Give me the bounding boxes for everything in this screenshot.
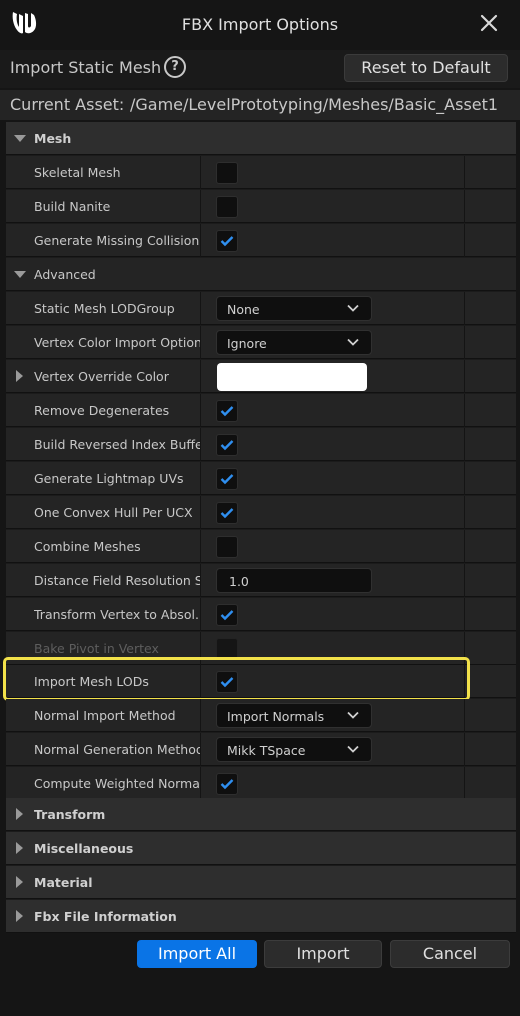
one-convex-hull-checkbox[interactable] bbox=[216, 502, 238, 524]
section-fbx-file-information[interactable]: Fbx File Information bbox=[6, 900, 516, 933]
prop-label: Vertex Override Color bbox=[34, 369, 169, 384]
remove-degenerates-checkbox[interactable] bbox=[216, 400, 238, 422]
expand-arrow-icon bbox=[14, 271, 26, 278]
prop-label: Combine Meshes bbox=[34, 539, 141, 554]
prop-label: Bake Pivot in Vertex bbox=[34, 641, 159, 656]
current-asset-label: Current Asset: bbox=[10, 95, 125, 114]
prop-label: Build Nanite bbox=[34, 199, 111, 214]
prop-remove-degenerates: Remove Degenerates bbox=[6, 394, 516, 427]
expand-arrow-icon[interactable] bbox=[16, 370, 23, 382]
header-title: Import Static Mesh bbox=[10, 58, 162, 77]
section-transform[interactable]: Transform bbox=[6, 798, 516, 831]
distance-field-resolution-input[interactable]: 1.0 bbox=[216, 568, 372, 593]
highlight-outline bbox=[3, 657, 470, 701]
normal-generation-method-dropdown[interactable]: Mikk TSpace bbox=[216, 737, 372, 762]
build-reversed-index-buffer-checkbox[interactable] bbox=[216, 434, 238, 456]
prop-label: Transform Vertex to Absol... bbox=[34, 607, 200, 622]
dropdown-value: Import Normals bbox=[227, 709, 325, 724]
title-bar: FBX Import Options bbox=[0, 0, 520, 50]
section-material[interactable]: Material bbox=[6, 866, 516, 899]
checkmark-icon bbox=[220, 406, 234, 417]
collapse-arrow-icon bbox=[16, 876, 23, 888]
prop-skeletal-mesh: Skeletal Mesh bbox=[6, 156, 516, 189]
vertex-color-import-dropdown[interactable]: Ignore bbox=[216, 330, 372, 355]
prop-build-reversed-index-buffer: Build Reversed Index Buffer bbox=[6, 428, 516, 461]
input-value: 1.0 bbox=[229, 574, 249, 589]
subsection-advanced[interactable]: Advanced bbox=[6, 258, 516, 291]
checkmark-icon bbox=[220, 508, 234, 519]
prop-label: Remove Degenerates bbox=[34, 403, 170, 418]
chevron-down-icon bbox=[347, 304, 359, 312]
prop-build-nanite: Build Nanite bbox=[6, 190, 516, 223]
prop-label: Generate Lightmap UVs bbox=[34, 471, 184, 486]
checkmark-icon bbox=[220, 610, 234, 621]
checkmark-icon bbox=[220, 440, 234, 451]
section-miscellaneous[interactable]: Miscellaneous bbox=[6, 832, 516, 865]
prop-label: Compute Weighted Normals bbox=[34, 776, 200, 791]
window-title: FBX Import Options bbox=[181, 15, 339, 34]
section-label: Mesh bbox=[34, 131, 72, 146]
collapse-arrow-icon bbox=[16, 910, 23, 922]
reset-to-default-button[interactable]: Reset to Default bbox=[344, 54, 508, 82]
import-button[interactable]: Import bbox=[264, 940, 382, 968]
checkmark-icon bbox=[220, 779, 234, 790]
import-all-button[interactable]: Import All bbox=[137, 940, 257, 968]
prop-label: Build Reversed Index Buffer bbox=[34, 437, 200, 452]
compute-weighted-normals-checkbox[interactable] bbox=[216, 773, 238, 795]
build-nanite-checkbox[interactable] bbox=[216, 196, 238, 218]
help-icon[interactable]: ? bbox=[164, 56, 186, 78]
prop-label: Generate Missing Collision bbox=[34, 233, 200, 248]
transform-vertex-checkbox[interactable] bbox=[216, 604, 238, 626]
prop-lod-group: Static Mesh LODGroup None bbox=[6, 292, 516, 325]
skeletal-mesh-checkbox[interactable] bbox=[216, 162, 238, 184]
section-label: Material bbox=[34, 875, 93, 890]
lod-group-dropdown[interactable]: None bbox=[216, 296, 372, 321]
close-icon[interactable] bbox=[478, 12, 500, 34]
prop-label: Normal Import Method bbox=[34, 708, 176, 723]
generate-missing-collision-checkbox[interactable] bbox=[216, 230, 238, 252]
section-label: Transform bbox=[34, 807, 106, 822]
prop-distance-field-resolution: Distance Field Resolution S... 1.0 bbox=[6, 564, 516, 597]
prop-transform-vertex-to-absolute: Transform Vertex to Absol... bbox=[6, 598, 516, 631]
section-label: Fbx File Information bbox=[34, 909, 177, 924]
prop-generate-missing-collision: Generate Missing Collision bbox=[6, 224, 516, 257]
combine-meshes-checkbox[interactable] bbox=[216, 536, 238, 558]
chevron-down-icon bbox=[347, 711, 359, 719]
dropdown-value: Ignore bbox=[227, 336, 267, 351]
prop-label: Distance Field Resolution S... bbox=[34, 573, 200, 588]
current-asset-path: /Game/LevelPrototyping/Meshes/Basic_Asse… bbox=[130, 95, 499, 114]
prop-one-convex-hull-per-ucx: One Convex Hull Per UCX bbox=[6, 496, 516, 529]
chevron-down-icon bbox=[347, 745, 359, 753]
prop-label: Normal Generation Method bbox=[34, 742, 200, 757]
expand-arrow-icon bbox=[14, 135, 26, 142]
prop-normal-generation-method: Normal Generation Method Mikk TSpace bbox=[6, 733, 516, 766]
collapse-arrow-icon bbox=[16, 842, 23, 854]
prop-normal-import-method: Normal Import Method Import Normals bbox=[6, 699, 516, 732]
collapse-arrow-icon bbox=[16, 808, 23, 820]
prop-label: Skeletal Mesh bbox=[34, 165, 121, 180]
prop-label: One Convex Hull Per UCX bbox=[34, 505, 193, 520]
vertex-override-color-swatch[interactable] bbox=[217, 363, 367, 391]
prop-vertex-override-color: Vertex Override Color bbox=[6, 360, 516, 393]
prop-label: Vertex Color Import Option bbox=[34, 335, 200, 350]
chevron-down-icon bbox=[347, 338, 359, 346]
prop-compute-weighted-normals: Compute Weighted Normals bbox=[6, 767, 516, 800]
prop-label: Static Mesh LODGroup bbox=[34, 301, 175, 316]
checkmark-icon bbox=[220, 474, 234, 485]
prop-vertex-color-import: Vertex Color Import Option Ignore bbox=[6, 326, 516, 359]
dropdown-value: None bbox=[227, 302, 260, 317]
section-mesh[interactable]: Mesh bbox=[6, 122, 516, 155]
normal-import-method-dropdown[interactable]: Import Normals bbox=[216, 703, 372, 728]
generate-lightmap-uvs-checkbox[interactable] bbox=[216, 468, 238, 490]
prop-generate-lightmap-uvs: Generate Lightmap UVs bbox=[6, 462, 516, 495]
cancel-button[interactable]: Cancel bbox=[390, 940, 510, 968]
current-asset-row: Current Asset: /Game/LevelPrototyping/Me… bbox=[0, 90, 520, 120]
checkmark-icon bbox=[220, 236, 234, 247]
prop-combine-meshes: Combine Meshes bbox=[6, 530, 516, 563]
fbx-import-window: FBX Import Options Import Static Mesh ? … bbox=[0, 0, 520, 1016]
subsection-label: Advanced bbox=[34, 267, 96, 282]
section-label: Miscellaneous bbox=[34, 841, 134, 856]
dropdown-value: Mikk TSpace bbox=[227, 743, 306, 758]
